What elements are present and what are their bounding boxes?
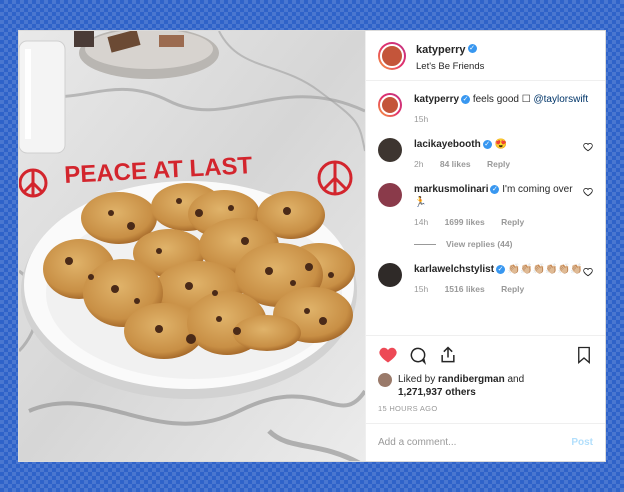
comment-text: 👏🏼👏🏼👏🏼👏🏼👏🏼👏🏼 (507, 264, 583, 275)
caption-text: feels good (472, 94, 519, 105)
post-header: katyperry ✓ Let's Be Friends (366, 31, 605, 81)
caption-username[interactable]: katyperry (414, 94, 459, 105)
view-replies-button[interactable]: View replies (44) (414, 239, 593, 249)
liker-username[interactable]: randibergman (438, 374, 505, 385)
verified-icon: ✓ (461, 94, 471, 104)
liker-avatar[interactable] (378, 373, 392, 387)
post-comment-button[interactable]: Post (571, 437, 593, 448)
share-icon[interactable] (438, 345, 458, 365)
comment-likes[interactable]: 84 likes (440, 159, 471, 169)
author-username[interactable]: katyperry (416, 44, 466, 56)
comment-icon[interactable] (408, 345, 428, 365)
comment-like-heart-icon[interactable] (583, 187, 593, 197)
comment-item: lacikayebooth ✓ 😍 2h 84 likes Reply (378, 138, 593, 169)
reply-button[interactable]: Reply (501, 217, 524, 227)
post-photo[interactable]: PEACE AT LAST (19, 31, 365, 461)
comment-item: karlawelchstylist ✓ 👏🏼👏🏼👏🏼👏🏼👏🏼👏🏼 15h 1516… (378, 263, 593, 294)
comment-like-heart-icon[interactable] (583, 142, 593, 152)
comment-likes[interactable]: 1699 likes (445, 217, 485, 227)
comments-section: katyperry ✓ feels good ☐ @taylorswift 15h… (366, 81, 605, 335)
caption-emoji: ☐ (521, 94, 531, 105)
caption-avatar[interactable] (378, 93, 402, 117)
verified-icon: ✓ (482, 139, 492, 149)
comment-username[interactable]: karlawelchstylist (414, 264, 494, 275)
verified-icon: ✓ (496, 264, 506, 274)
comment-time[interactable]: 14h (414, 217, 428, 227)
likes-count[interactable]: 1,271,937 others (398, 387, 476, 398)
heart-icon[interactable] (378, 345, 398, 365)
commenter-avatar[interactable] (378, 138, 402, 162)
comment-time[interactable]: 2h (414, 159, 423, 169)
comment-emoji: 🏃 (414, 197, 427, 208)
liked-by-and: and (507, 374, 525, 385)
comment-text: 😍 (494, 139, 507, 150)
commenter-avatar[interactable] (378, 183, 402, 207)
post-timestamp[interactable]: 15 HOURS AGO (378, 404, 593, 413)
liked-by: Liked by randibergman and 1,271,937 othe… (378, 373, 593, 399)
verified-icon: ✓ (467, 43, 477, 53)
caption: katyperry ✓ feels good ☐ @taylorswift 15h (378, 93, 593, 124)
caption-mention[interactable]: @taylorswift (534, 94, 589, 105)
author-avatar[interactable] (378, 41, 406, 70)
comment-likes[interactable]: 1516 likes (445, 284, 485, 294)
comment-input[interactable] (378, 437, 572, 448)
reply-button[interactable]: Reply (487, 159, 510, 169)
reply-button[interactable]: Reply (501, 284, 524, 294)
comment-text: I'm coming over (502, 184, 573, 195)
comment-time[interactable]: 15h (414, 284, 428, 294)
liked-by-prefix: Liked by (398, 374, 436, 385)
post-sidebar: katyperry ✓ Let's Be Friends katyperry ✓ f… (365, 31, 605, 461)
add-comment-bar: Post (366, 423, 605, 461)
caption-time[interactable]: 15h (414, 114, 428, 124)
comment-username[interactable]: markusmolinari (414, 184, 488, 195)
view-replies-label: View replies (44) (446, 239, 513, 249)
post-location[interactable]: Let's Be Friends (416, 61, 484, 72)
instagram-post-card: PEACE AT LAST katyperry ✓ Let's Be Frien… (18, 30, 606, 462)
bookmark-icon[interactable] (575, 345, 593, 365)
commenter-avatar[interactable] (378, 263, 402, 287)
cookie-plate-image: PEACE AT LAST (19, 31, 365, 461)
verified-icon: ✓ (490, 184, 500, 194)
comment-like-heart-icon[interactable] (583, 267, 593, 277)
comment-item: markusmolinari ✓ I'm coming over 🏃 14h 16… (378, 183, 593, 249)
comment-username[interactable]: lacikayebooth (414, 139, 481, 150)
post-actions: Liked by randibergman and 1,271,937 othe… (366, 335, 605, 413)
